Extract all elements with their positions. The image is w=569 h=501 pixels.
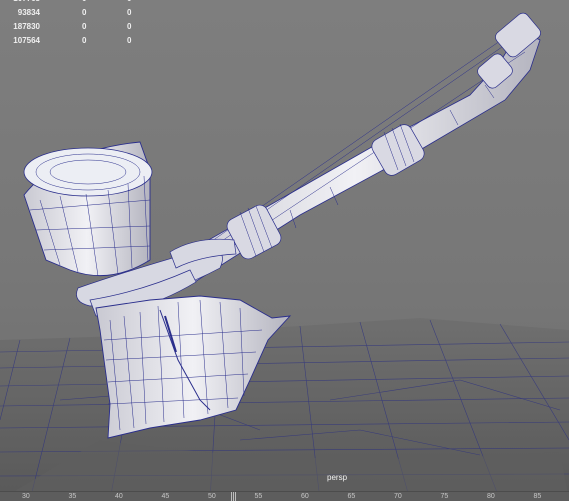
hud-value: 0 bbox=[127, 0, 131, 3]
ground-mesh bbox=[0, 318, 569, 500]
hud-value: 93834 bbox=[17, 8, 40, 17]
hud-value: 107564 bbox=[13, 36, 40, 45]
perspective-viewport[interactable]: 107768 0 0 93834 0 0 187830 0 0 107564 0… bbox=[0, 0, 569, 500]
hud-value: 0 bbox=[127, 8, 132, 17]
hud-value: 107768 bbox=[0, 0, 40, 3]
hud-value: 0 bbox=[82, 22, 87, 31]
camera-name-label: persp bbox=[327, 473, 348, 482]
hud-value: 0 bbox=[82, 0, 86, 3]
axe-head-top bbox=[23, 141, 153, 277]
hud-value: 187830 bbox=[13, 22, 40, 31]
hud-value: 0 bbox=[82, 8, 87, 17]
scene-render bbox=[0, 12, 569, 500]
hud-value: 0 bbox=[82, 36, 87, 45]
hud-value: 0 bbox=[127, 36, 132, 45]
hud-value: 0 bbox=[127, 22, 132, 31]
